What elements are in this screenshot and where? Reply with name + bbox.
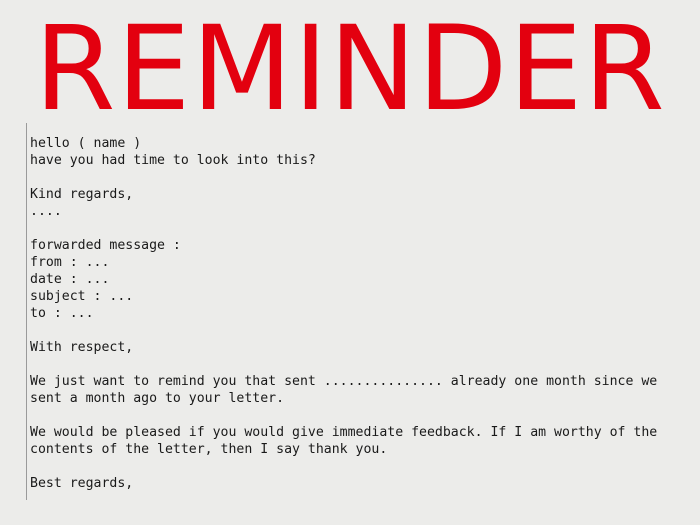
question-line: have you had time to look into this? xyxy=(30,153,316,168)
forwarded-from: from : ... xyxy=(30,255,110,270)
body-paragraph-1-line-2: sent a month ago to your letter. xyxy=(30,391,285,406)
closing-best-regards: Best regards, xyxy=(30,476,134,491)
letter-body: hello ( name ) have you had time to look… xyxy=(26,123,657,500)
reminder-title: REMINDER xyxy=(34,0,666,137)
body-paragraph-2-line-2: contents of the letter, then I say thank… xyxy=(30,442,388,457)
forwarded-to: to : ... xyxy=(30,306,94,321)
forwarded-subject: subject : ... xyxy=(30,289,134,304)
body-paragraph-2-line-1: We would be pleased if you would give im… xyxy=(30,425,658,440)
signature-placeholder: .... xyxy=(30,204,62,219)
forwarded-date: date : ... xyxy=(30,272,110,287)
body-paragraph-1-line-1: We just want to remind you that sent ...… xyxy=(30,374,658,389)
greeting-line: hello ( name ) xyxy=(30,136,142,151)
salutation-with-respect: With respect, xyxy=(30,340,134,355)
closing-kind-regards: Kind regards, xyxy=(30,187,134,202)
forwarded-header: forwarded message : xyxy=(30,238,181,253)
